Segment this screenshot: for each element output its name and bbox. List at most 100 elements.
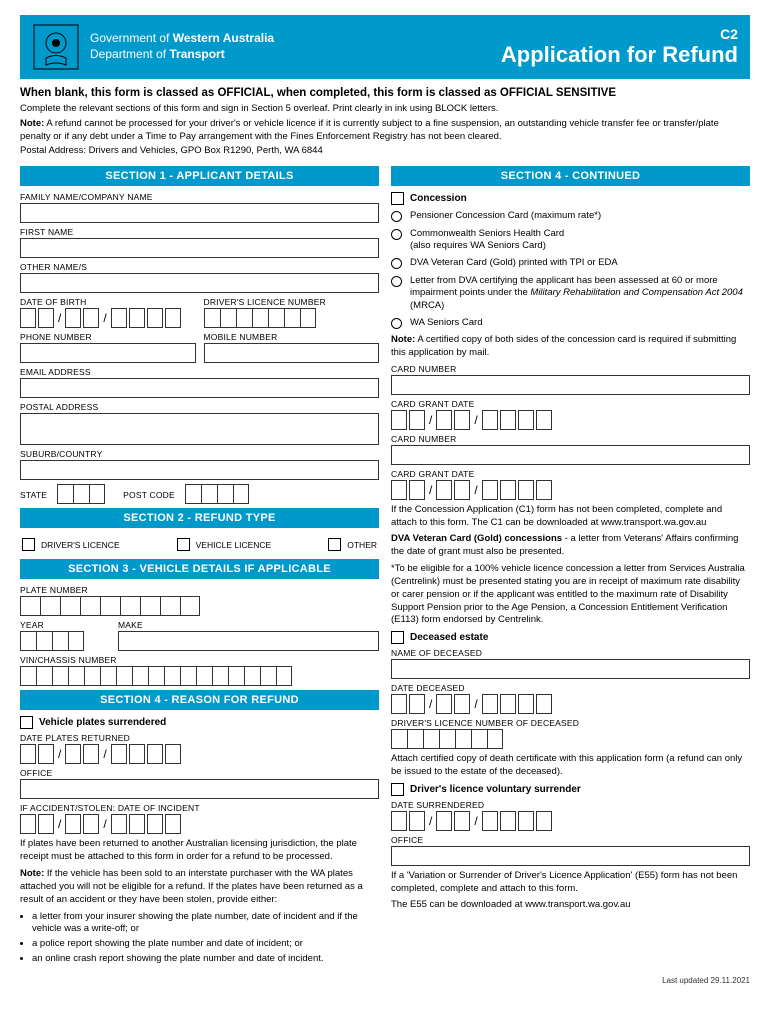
concession-label: Concession (410, 193, 467, 204)
wa-seniors-radio[interactable] (391, 318, 402, 329)
instructions-note: Note: A refund cannot be processed for y… (20, 118, 750, 144)
card-number-label-1: CARD NUMBER (391, 364, 750, 374)
deceased-checkbox[interactable] (391, 631, 404, 644)
make-input[interactable] (118, 631, 379, 651)
dva-letter-label: Letter from DVA certifying the applicant… (410, 275, 750, 312)
dva-gold-radio[interactable] (391, 258, 402, 269)
email-input[interactable] (20, 378, 379, 398)
pensioner-label: Pensioner Concession Card (maximum rate*… (410, 210, 601, 222)
instructions-line1: Complete the relevant sections of this f… (20, 103, 750, 116)
government-text: Government of Western Australia Departme… (90, 31, 274, 62)
licence-no-label: DRIVER'S LICENCE NUMBER (204, 297, 380, 307)
dob-label: DATE OF BIRTH (20, 297, 196, 307)
vin-label: VIN/CHASSIS NUMBER (20, 655, 379, 665)
c1-text: If the Concession Application (C1) form … (391, 504, 750, 530)
commonwealth-radio[interactable] (391, 229, 402, 240)
vin-input[interactable] (20, 666, 379, 686)
card-grant-label-1: CARD GRANT DATE (391, 399, 750, 409)
eligible-text: *To be eligible for a 100% vehicle licen… (391, 563, 750, 627)
card-grant-input-1[interactable]: // (391, 410, 750, 430)
postcode-label: POST CODE (123, 490, 175, 500)
email-label: EMAIL ADDRESS (20, 367, 379, 377)
plates-text: If plates have been returned to another … (20, 838, 379, 864)
voluntary-checkbox[interactable] (391, 783, 404, 796)
plates-bullets: a letter from your insurer showing the p… (20, 911, 379, 966)
section4-header: SECTION 4 - REASON FOR REFUND (20, 690, 379, 710)
section4-cont-header: SECTION 4 - CONTINUED (391, 166, 750, 186)
suburb-input[interactable] (20, 460, 379, 480)
other-names-label: OTHER NAME/S (20, 262, 379, 272)
commonwealth-label: Commonwealth Seniors Health Card(also re… (410, 228, 564, 253)
pensioner-radio[interactable] (391, 211, 402, 222)
card-number-input-2[interactable] (391, 445, 750, 465)
vehicle-licence-checkbox[interactable] (177, 538, 190, 551)
mobile-input[interactable] (204, 343, 380, 363)
postcode-input[interactable] (185, 484, 249, 504)
plate-input[interactable] (20, 596, 379, 616)
licence-no-input[interactable] (204, 308, 380, 328)
drivers-licence-checkbox[interactable] (22, 538, 35, 551)
form-title: Application for Refund (501, 42, 738, 68)
licence-deceased-label: DRIVER'S LICENCE NUMBER OF DECEASED (391, 718, 750, 728)
phone-label: PHONE NUMBER (20, 332, 196, 342)
wa-seniors-label: WA Seniors Card (410, 317, 483, 329)
name-deceased-input[interactable] (391, 659, 750, 679)
card-grant-label-2: CARD GRANT DATE (391, 469, 750, 479)
vehicle-licence-label: VEHICLE LICENCE (196, 540, 272, 550)
state-label: STATE (20, 490, 47, 500)
plates-surrendered-label: Vehicle plates surrendered (39, 717, 166, 728)
other-label: OTHER (347, 540, 377, 550)
concession-note: Note: A certified copy of both sides of … (391, 334, 750, 360)
postal-address: Postal Address: Drivers and Vehicles, GP… (20, 145, 750, 156)
deceased-text: Attach certified copy of death certifica… (391, 753, 750, 779)
mobile-label: MOBILE NUMBER (204, 332, 380, 342)
concession-checkbox[interactable] (391, 192, 404, 205)
card-number-label-2: CARD NUMBER (391, 434, 750, 444)
name-deceased-label: NAME OF DECEASED (391, 648, 750, 658)
dob-input[interactable]: // (20, 308, 196, 328)
date-deceased-label: DATE DECEASED (391, 683, 750, 693)
family-name-input[interactable] (20, 203, 379, 223)
office-input[interactable] (20, 779, 379, 799)
office-input-2[interactable] (391, 846, 750, 866)
form-header: Government of Western Australia Departme… (20, 15, 750, 79)
card-number-input-1[interactable] (391, 375, 750, 395)
form-code: C2 (501, 26, 738, 42)
year-input[interactable] (20, 631, 110, 651)
other-names-input[interactable] (20, 273, 379, 293)
incident-date-input[interactable]: // (20, 814, 379, 834)
plates-note: Note: If the vehicle has been sold to an… (20, 868, 379, 906)
date-surrendered-input[interactable]: // (391, 811, 750, 831)
section2-header: SECTION 2 - REFUND TYPE (20, 508, 379, 528)
section1-header: SECTION 1 - APPLICANT DETAILS (20, 166, 379, 186)
e55-text1: If a 'Variation or Surrender of Driver's… (391, 870, 750, 896)
dva-text: DVA Veteran Card (Gold) concessions - a … (391, 533, 750, 559)
date-surrendered-label: DATE SURRENDERED (391, 800, 750, 810)
drivers-licence-label: DRIVER'S LICENCE (41, 540, 120, 550)
card-grant-input-2[interactable]: // (391, 480, 750, 500)
dva-letter-radio[interactable] (391, 276, 402, 287)
postal-label: POSTAL ADDRESS (20, 402, 379, 412)
deceased-label: Deceased estate (410, 632, 488, 643)
state-input[interactable] (57, 484, 105, 504)
e55-text2: The E55 can be downloaded at www.transpo… (391, 899, 750, 912)
classification-text: When blank, this form is classed as OFFI… (20, 87, 750, 99)
office-label-2: OFFICE (391, 835, 750, 845)
first-name-input[interactable] (20, 238, 379, 258)
family-name-label: FAMILY NAME/COMPANY NAME (20, 192, 379, 202)
licence-deceased-input[interactable] (391, 729, 750, 749)
wa-crest-icon (32, 23, 80, 71)
plate-label: PLATE NUMBER (20, 585, 379, 595)
first-name-label: FIRST NAME (20, 227, 379, 237)
other-checkbox[interactable] (328, 538, 341, 551)
voluntary-label: Driver's licence voluntary surrender (410, 784, 581, 795)
office-label: OFFICE (20, 768, 379, 778)
date-deceased-input[interactable]: // (391, 694, 750, 714)
date-returned-input[interactable]: // (20, 744, 379, 764)
footer-date: Last updated 29.11.2021 (20, 976, 750, 985)
make-label: MAKE (118, 620, 379, 630)
suburb-label: SUBURB/COUNTRY (20, 449, 379, 459)
phone-input[interactable] (20, 343, 196, 363)
postal-input[interactable] (20, 413, 379, 445)
plates-surrendered-checkbox[interactable] (20, 716, 33, 729)
